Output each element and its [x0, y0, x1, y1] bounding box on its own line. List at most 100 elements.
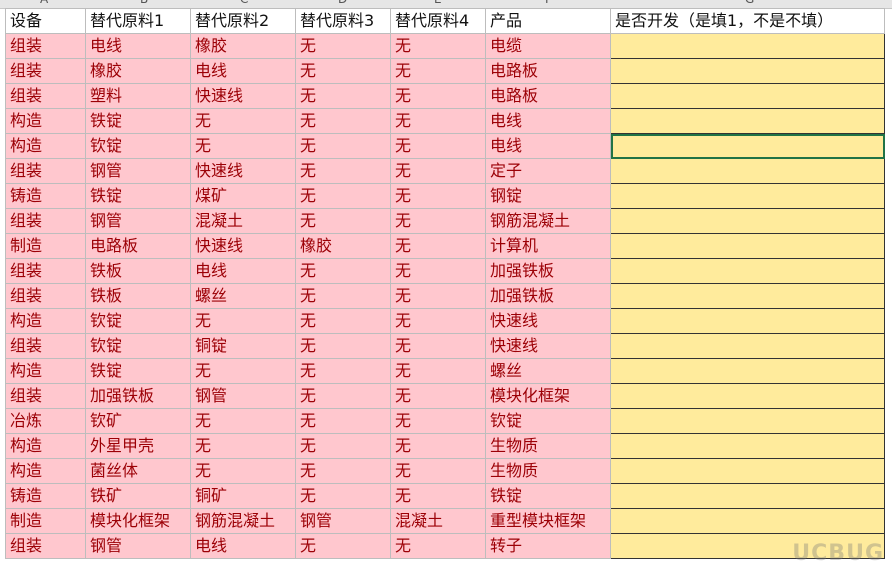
develop-flag-cell[interactable]: [610, 308, 885, 334]
alt-material-2-cell[interactable]: 电线: [190, 533, 296, 559]
alt-material-2-cell[interactable]: 无: [190, 358, 296, 384]
alt-material-2-cell[interactable]: 铜锭: [190, 333, 296, 359]
alt-material-1-cell[interactable]: 模块化框架: [85, 508, 191, 534]
device-cell[interactable]: 构造: [5, 458, 86, 484]
device-cell[interactable]: 构造: [5, 308, 86, 334]
alt-material-4-cell[interactable]: 无: [390, 158, 486, 184]
develop-flag-cell[interactable]: [610, 458, 885, 484]
alt-material-1-cell[interactable]: 橡胶: [85, 58, 191, 84]
product-cell[interactable]: 电缆: [485, 33, 611, 59]
develop-flag-cell[interactable]: [610, 233, 885, 259]
alt-material-2-cell[interactable]: 无: [190, 458, 296, 484]
alt-material-4-cell[interactable]: 无: [390, 258, 486, 284]
device-cell[interactable]: 构造: [5, 108, 86, 134]
alt-material-4-cell[interactable]: 无: [390, 333, 486, 359]
device-cell[interactable]: 冶炼: [5, 408, 86, 434]
develop-flag-cell[interactable]: [610, 483, 885, 509]
header-cell-device[interactable]: 设备: [5, 8, 86, 34]
alt-material-3-cell[interactable]: 无: [295, 533, 391, 559]
alt-material-2-cell[interactable]: 电线: [190, 58, 296, 84]
alt-material-3-cell[interactable]: 无: [295, 258, 391, 284]
alt-material-3-cell[interactable]: 无: [295, 58, 391, 84]
device-cell[interactable]: 组装: [5, 158, 86, 184]
header-cell-product[interactable]: 产品: [485, 8, 611, 34]
device-cell[interactable]: 铸造: [5, 483, 86, 509]
product-cell[interactable]: 快速线: [485, 308, 611, 334]
alt-material-4-cell[interactable]: 无: [390, 483, 486, 509]
alt-material-3-cell[interactable]: 无: [295, 33, 391, 59]
product-cell[interactable]: 转子: [485, 533, 611, 559]
column-letter-c[interactable]: C: [240, 0, 248, 6]
column-letter-a[interactable]: A: [40, 0, 48, 6]
product-cell[interactable]: 钦锭: [485, 408, 611, 434]
alt-material-1-cell[interactable]: 钢管: [85, 158, 191, 184]
alt-material-4-cell[interactable]: 无: [390, 458, 486, 484]
alt-material-2-cell[interactable]: 螺丝: [190, 283, 296, 309]
product-cell[interactable]: 模块化框架: [485, 383, 611, 409]
alt-material-2-cell[interactable]: 电线: [190, 258, 296, 284]
alt-material-4-cell[interactable]: 无: [390, 308, 486, 334]
device-cell[interactable]: 构造: [5, 133, 86, 159]
alt-material-4-cell[interactable]: 无: [390, 58, 486, 84]
alt-material-2-cell[interactable]: 钢管: [190, 383, 296, 409]
alt-material-4-cell[interactable]: 无: [390, 383, 486, 409]
device-cell[interactable]: 制造: [5, 508, 86, 534]
column-letter-d[interactable]: D: [338, 0, 347, 6]
header-cell-alt-material-3[interactable]: 替代原料3: [295, 8, 391, 34]
header-cell-alt-material-2[interactable]: 替代原料2: [190, 8, 296, 34]
alt-material-4-cell[interactable]: 无: [390, 183, 486, 209]
alt-material-3-cell[interactable]: 无: [295, 483, 391, 509]
product-cell[interactable]: 钢锭: [485, 183, 611, 209]
develop-flag-cell[interactable]: [610, 158, 885, 184]
product-cell[interactable]: 定子: [485, 158, 611, 184]
alt-material-3-cell[interactable]: 无: [295, 283, 391, 309]
alt-material-3-cell[interactable]: 无: [295, 408, 391, 434]
alt-material-2-cell[interactable]: 无: [190, 308, 296, 334]
alt-material-1-cell[interactable]: 铁板: [85, 283, 191, 309]
product-cell[interactable]: 电线: [485, 108, 611, 134]
alt-material-3-cell[interactable]: 无: [295, 183, 391, 209]
alt-material-4-cell[interactable]: 无: [390, 433, 486, 459]
alt-material-3-cell[interactable]: 无: [295, 433, 391, 459]
develop-flag-cell[interactable]: [610, 33, 885, 59]
product-cell[interactable]: 生物质: [485, 433, 611, 459]
product-cell[interactable]: 重型模块框架: [485, 508, 611, 534]
device-cell[interactable]: 制造: [5, 233, 86, 259]
alt-material-1-cell[interactable]: 钢管: [85, 208, 191, 234]
alt-material-2-cell[interactable]: 铜矿: [190, 483, 296, 509]
column-letter-g[interactable]: G: [745, 0, 754, 6]
device-cell[interactable]: 构造: [5, 433, 86, 459]
device-cell[interactable]: 组装: [5, 383, 86, 409]
alt-material-1-cell[interactable]: 铁锭: [85, 108, 191, 134]
develop-flag-cell[interactable]: [610, 433, 885, 459]
alt-material-1-cell[interactable]: 铁锭: [85, 183, 191, 209]
alt-material-1-cell[interactable]: 电路板: [85, 233, 191, 259]
column-letter-f[interactable]: F: [545, 0, 552, 6]
device-cell[interactable]: 组装: [5, 283, 86, 309]
alt-material-1-cell[interactable]: 加强铁板: [85, 383, 191, 409]
column-letter-b[interactable]: B: [140, 0, 148, 6]
alt-material-1-cell[interactable]: 钦锭: [85, 333, 191, 359]
develop-flag-cell[interactable]: [610, 283, 885, 309]
develop-flag-cell[interactable]: [610, 258, 885, 284]
device-cell[interactable]: 铸造: [5, 183, 86, 209]
develop-flag-cell[interactable]: [610, 358, 885, 384]
product-cell[interactable]: 生物质: [485, 458, 611, 484]
develop-flag-cell[interactable]: [610, 83, 885, 109]
alt-material-1-cell[interactable]: 钦锭: [85, 308, 191, 334]
alt-material-4-cell[interactable]: 混凝土: [390, 508, 486, 534]
alt-material-1-cell[interactable]: 铁矿: [85, 483, 191, 509]
alt-material-1-cell[interactable]: 电线: [85, 33, 191, 59]
alt-material-2-cell[interactable]: 煤矿: [190, 183, 296, 209]
device-cell[interactable]: 构造: [5, 358, 86, 384]
alt-material-3-cell[interactable]: 无: [295, 208, 391, 234]
develop-flag-cell[interactable]: [610, 133, 885, 159]
alt-material-4-cell[interactable]: 无: [390, 33, 486, 59]
alt-material-3-cell[interactable]: 橡胶: [295, 233, 391, 259]
product-cell[interactable]: 加强铁板: [485, 283, 611, 309]
product-cell[interactable]: 螺丝: [485, 358, 611, 384]
product-cell[interactable]: 电路板: [485, 83, 611, 109]
product-cell[interactable]: 计算机: [485, 233, 611, 259]
alt-material-4-cell[interactable]: 无: [390, 283, 486, 309]
device-cell[interactable]: 组装: [5, 208, 86, 234]
